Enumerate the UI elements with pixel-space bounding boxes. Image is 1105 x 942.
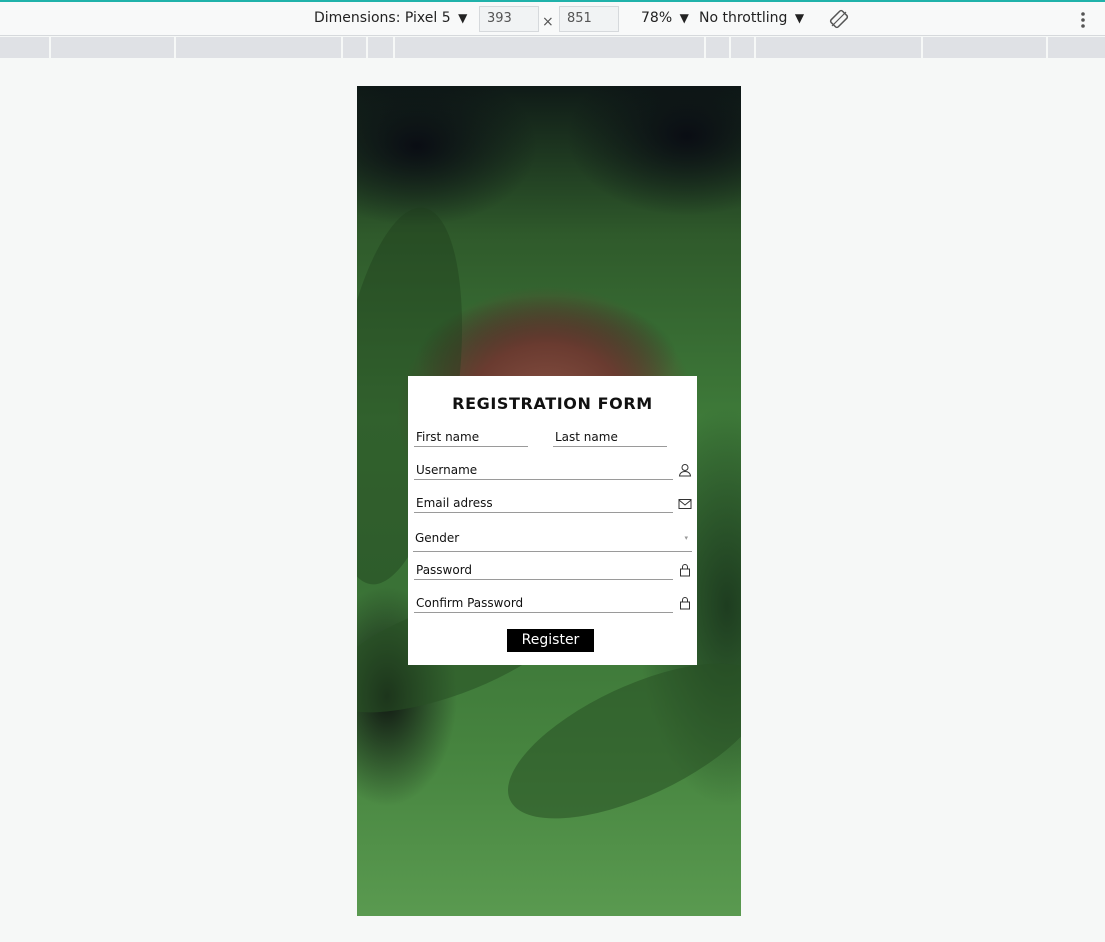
- registration-form: REGISTRATION FORM First name Last name U…: [408, 376, 697, 665]
- media-query-divider: [729, 37, 731, 58]
- media-query-divider: [366, 37, 368, 58]
- chevron-down-icon: ▼: [794, 11, 805, 25]
- times-separator: ×: [542, 14, 554, 30]
- media-query-divider: [1046, 37, 1048, 58]
- zoom-dropdown[interactable]: 78% ▼: [641, 2, 689, 36]
- gender-select[interactable]: Gender ▾: [413, 529, 692, 552]
- form-title: REGISTRATION FORM: [452, 394, 653, 413]
- media-query-divider: [754, 37, 756, 58]
- chevron-down-icon: ▼: [679, 11, 689, 25]
- media-query-divider: [704, 37, 706, 58]
- media-query-bar[interactable]: [0, 37, 1105, 58]
- more-vert-icon[interactable]: [1076, 10, 1090, 30]
- dimensions-label: Dimensions: Pixel 5: [314, 10, 451, 26]
- username-field[interactable]: Username: [414, 462, 673, 480]
- email-field[interactable]: Email adress: [414, 495, 673, 513]
- envelope-icon: [678, 496, 692, 510]
- confirm-password-field[interactable]: Confirm Password: [414, 595, 673, 613]
- gender-label: Gender: [415, 531, 460, 545]
- media-query-divider: [393, 37, 395, 58]
- width-input[interactable]: 393: [479, 6, 539, 32]
- password-field[interactable]: Password: [414, 562, 673, 580]
- first-name-field[interactable]: First name: [414, 429, 528, 447]
- user-icon: [678, 462, 692, 477]
- zoom-label: 78%: [641, 10, 673, 26]
- media-query-divider: [49, 37, 51, 58]
- throttling-dropdown[interactable]: No throttling ▼: [699, 2, 804, 36]
- device-toolbar: Dimensions: Pixel 5 ▼ 393 × 851 78% ▼ No…: [0, 2, 1105, 36]
- media-query-divider: [174, 37, 176, 58]
- dimensions-dropdown[interactable]: Dimensions: Pixel 5 ▼: [314, 2, 467, 36]
- device-viewport: REGISTRATION FORM First name Last name U…: [357, 86, 741, 916]
- media-query-divider: [341, 37, 343, 58]
- media-query-divider: [921, 37, 923, 58]
- register-button[interactable]: Register: [507, 629, 594, 652]
- height-input[interactable]: 851: [559, 6, 619, 32]
- lock-icon: [678, 562, 692, 577]
- throttling-label: No throttling: [699, 10, 788, 26]
- lock-icon: [678, 595, 692, 610]
- rotate-icon[interactable]: [829, 9, 849, 29]
- chevron-down-icon: ▾: [684, 534, 688, 542]
- last-name-field[interactable]: Last name: [553, 429, 667, 447]
- chevron-down-icon: ▼: [458, 11, 468, 25]
